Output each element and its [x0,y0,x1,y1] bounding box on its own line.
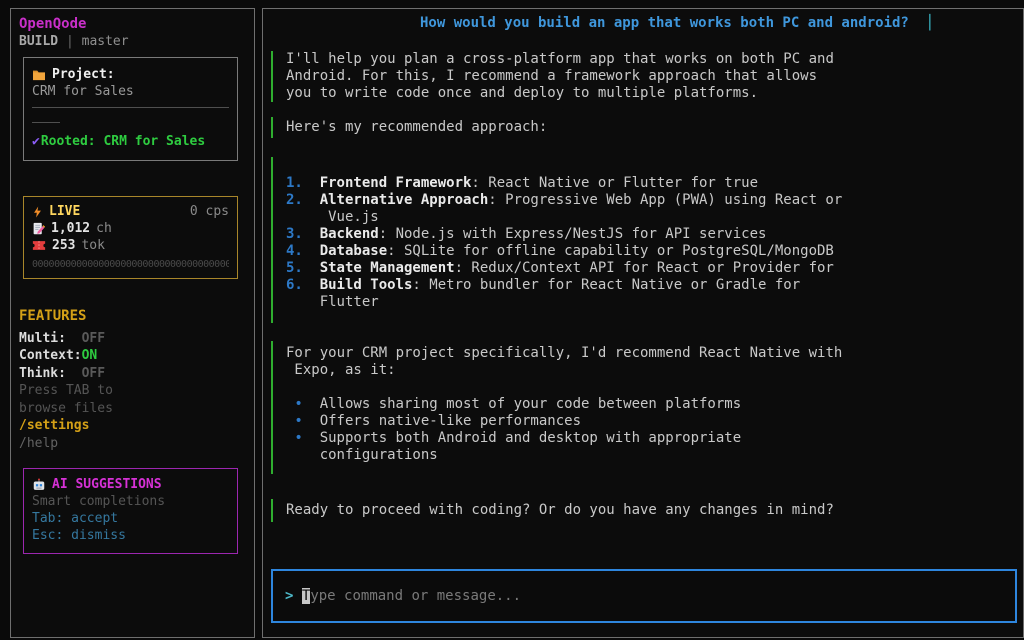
bullet-item: •Allows sharing most of your code betwee… [286,396,842,413]
toggle-multi-value: OFF [82,331,105,346]
rooted-status: ✔Rooted: CRM for Sales [32,133,229,150]
ai-suggestions-box: AI SUGGESTIONS Smart completions Tab: ac… [23,468,238,554]
separator: | [66,34,74,49]
help-command[interactable]: /help [19,435,113,453]
ticket-icon [32,240,46,251]
project-name: CRM for Sales [32,83,229,100]
blank-line [286,379,842,396]
assistant-message-crm: For your CRM project specifically, I'd r… [271,341,842,474]
assistant-message-list: 1.Frontend Framework: React Native or Fl… [271,157,842,323]
divider-short [32,122,60,123]
project-label: Project: [52,66,115,83]
chat-panel: How would you build an app that works bo… [262,8,1024,638]
toggle-multi[interactable]: Multi:OFF [19,330,113,348]
list-item: 2.Alternative Approach: Progressive Web … [286,192,842,209]
message-line: Ready to proceed with coding? Or do you … [286,502,834,519]
build-mode-label: BUILD [19,34,58,49]
robot-icon [32,478,46,492]
divider [32,107,229,108]
lightning-icon [32,205,43,219]
message-line: I'll help you plan a cross-platform app … [286,51,834,68]
list-item: 3.Backend: Node.js with Express/NestJS f… [286,226,842,243]
project-box: Project: CRM for Sales ✔Rooted: CRM for … [23,57,238,161]
toggle-think-value: OFF [82,366,105,381]
sidebar: OpenQode BUILD | master Project: CRM for… [10,8,255,638]
chars-unit: ch [96,220,112,237]
bullet-continuation: configurations [286,447,842,464]
text-cursor: │ [926,15,934,31]
assistant-message-intro: I'll help you plan a cross-platform app … [271,51,834,102]
tab-hint-line-2: browse files [19,400,113,418]
message-line: Android. For this, I recommend a framewo… [286,68,834,85]
list-item: 1.Frontend Framework: React Native or Fl… [286,175,842,192]
prompt-chevron: > [285,588,293,604]
settings-command[interactable]: /settings [19,417,113,435]
ai-suggestions-subtitle: Smart completions [32,493,229,510]
esc-dismiss-hint: Esc: dismiss [32,527,229,544]
check-icon: ✔ [32,134,40,149]
live-label: LIVE [49,203,80,220]
user-question: How would you build an app that works bo… [420,15,934,31]
features-title: FEATURES [19,308,113,326]
toggle-think[interactable]: Think:OFF [19,365,113,383]
tab-accept-hint: Tab: accept [32,510,229,527]
bullet-item: •Supports both Android and desktop with … [286,430,842,447]
message-line: Expo, as it: [286,362,842,379]
memo-icon [32,222,45,235]
ai-suggestions-title: AI SUGGESTIONS [52,476,162,493]
git-branch-label: master [82,34,129,49]
activity-sparkline: 0000000000000000000000000000000000000000… [32,256,229,273]
list-item: 4.Database: SQLite for offline capabilit… [286,243,842,260]
cps-value: 0 cps [190,203,229,220]
message-line: For your CRM project specifically, I'd r… [286,345,842,362]
features-section: FEATURES Multi:OFF Context:ON Think:OFF … [19,308,113,452]
list-item: 6.Build Tools: Metro bundler for React N… [286,277,842,294]
live-stats-box: LIVE 0 cps 1,012 ch 253 tok 000000000000… [23,196,238,279]
command-input[interactable]: > Type command or message... [271,569,1017,623]
tokens-unit: tok [81,237,104,254]
mode-branch-line: BUILD | master [19,33,248,51]
bullet-item: •Offers native-like performances [286,413,842,430]
assistant-message-heading: Here's my recommended approach: [271,117,547,138]
app-title: OpenQode [19,15,248,33]
command-input-line[interactable]: > Type command or message... [285,588,521,604]
list-item-continuation: Vue.js [286,209,842,226]
assistant-message-closing: Ready to proceed with coding? Or do you … [271,499,834,522]
list-item: 5.State Management: Redux/Context API fo… [286,260,842,277]
toggle-context-value: ON [82,348,98,363]
tokens-count: 253 [52,237,75,254]
folder-icon [32,69,46,81]
toggle-context[interactable]: Context:ON [19,347,113,365]
chars-count: 1,012 [51,220,90,237]
input-placeholder: ype command or message... [310,588,521,604]
list-item-continuation: Flutter [286,294,842,311]
message-line: you to write code once and deploy to mul… [286,85,834,102]
tab-hint-line-1: Press TAB to [19,382,113,400]
openqode-terminal: OpenQode BUILD | master Project: CRM for… [0,0,1024,640]
message-line: Here's my recommended approach: [286,119,547,136]
